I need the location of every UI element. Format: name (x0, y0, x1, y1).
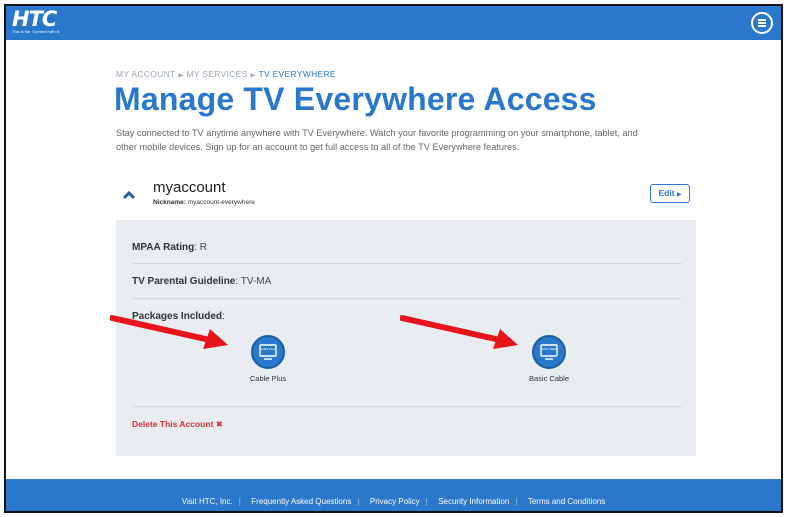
package-name: Cable Plus (249, 374, 287, 383)
tv-icon: CABLE PLUS (251, 335, 285, 369)
logo-text: HTC (12, 7, 57, 31)
footer-separator: | (425, 497, 428, 506)
mpaa-rating-label: MPAA Rating (132, 242, 195, 253)
package-name: Basic Cable (528, 374, 570, 383)
footer-link-terms[interactable]: Terms and Conditions (522, 497, 611, 506)
footer-link-privacy-policy[interactable]: Privacy Policy (364, 497, 426, 506)
delete-account-label: Delete This Account (132, 419, 214, 429)
account-nickname: Nickname: myaccount-everywhere (153, 199, 255, 206)
red-arrow-annotation (400, 315, 518, 349)
top-navigation-bar: HTC This is Me. Connect with it. (6, 6, 781, 40)
footer-link-faq[interactable]: Frequently Asked Questions (245, 497, 357, 506)
package-basic-cable[interactable]: BASIC CABLE Basic Cable (514, 335, 584, 383)
red-arrow-annotation (110, 315, 228, 349)
breadcrumb-my-services[interactable]: MY SERVICES (186, 69, 247, 79)
mpaa-rating-value: R (199, 242, 208, 253)
footer-separator: | (357, 497, 360, 506)
parental-guideline-value: TV-MA (240, 276, 272, 287)
browser-frame: HTC This is Me. Connect with it. MY ACCO… (4, 4, 783, 513)
edit-button-label: Edit (658, 188, 675, 198)
edit-button[interactable]: Edit ▶ (650, 184, 690, 203)
footer-separator: | (515, 497, 518, 506)
account-header: myaccount Nickname: myaccount-everywhere… (116, 176, 696, 220)
tv-icon-text: BASIC CABLE (541, 348, 558, 351)
package-cable-plus[interactable]: CABLE PLUS Cable Plus (233, 335, 303, 383)
nickname-label: Nickname: (153, 199, 186, 206)
caret-right-icon: ▶ (676, 192, 682, 198)
mpaa-rating-row: MPAA Rating: R (132, 242, 208, 253)
logo-tagline: This is Me. Connect with it. (12, 29, 60, 34)
breadcrumb-my-account[interactable]: MY ACCOUNT (116, 69, 176, 79)
tv-icon: BASIC CABLE (532, 335, 566, 369)
close-icon: ✖ (215, 419, 223, 429)
footer: Visit HTC, Inc. | Frequently Asked Questi… (6, 479, 781, 511)
page-title: Manage TV Everywhere Access (114, 81, 597, 117)
breadcrumb-separator-icon: ▶ (178, 73, 184, 79)
footer-link-visit-htc[interactable]: Visit HTC, Inc. (176, 497, 239, 506)
footer-link-security-information[interactable]: Security Information (432, 497, 515, 506)
account-name: myaccount (153, 179, 226, 196)
divider (132, 263, 682, 264)
tv-icon-text: CABLE PLUS (260, 348, 276, 351)
breadcrumb-separator-icon: ▶ (250, 73, 256, 79)
menu-button[interactable] (751, 12, 773, 34)
menu-icon-line (758, 19, 766, 21)
parental-guideline-label: TV Parental Guideline (132, 276, 236, 287)
breadcrumb: MY ACCOUNT ▶ MY SERVICES ▶ TV EVERYWHERE (116, 69, 336, 79)
nickname-value: myaccount-everywhere (187, 199, 255, 206)
htc-logo[interactable]: HTC This is Me. Connect with it. (12, 7, 76, 36)
breadcrumb-tv-everywhere: TV EVERYWHERE (258, 69, 336, 79)
chevron-up-icon[interactable] (122, 188, 136, 202)
page-description: Stay connected to TV anytime anywhere wi… (116, 128, 638, 152)
menu-icon-line (758, 22, 766, 24)
footer-separator: | (238, 497, 241, 506)
parental-guideline-row: TV Parental Guideline: TV-MA (132, 276, 272, 287)
divider (132, 406, 682, 407)
divider (132, 298, 682, 299)
menu-icon-line (758, 25, 766, 27)
delete-account-link[interactable]: Delete This Account ✖ (132, 419, 223, 430)
